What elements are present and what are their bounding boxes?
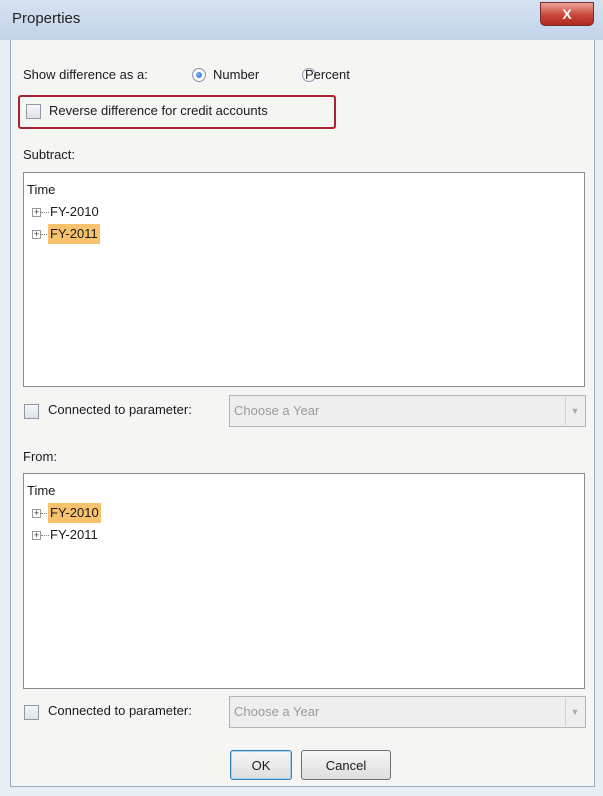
difference-label: Show difference as a: (23, 67, 148, 82)
expand-icon[interactable]: + (32, 230, 41, 239)
reverse-credit-label[interactable]: Reverse difference for credit accounts (49, 103, 268, 118)
subtract-item-fy2011[interactable]: + FY-2011 (32, 224, 232, 244)
dialog-body: Show difference as a: Number Percent Rev… (10, 40, 595, 787)
tree-item-label: FY-2010 (50, 204, 99, 219)
dialog-title: Properties (12, 10, 81, 27)
expand-icon[interactable]: + (32, 208, 41, 217)
ok-button-label: OK (251, 757, 271, 773)
from-parameter-value: Choose a Year (234, 704, 320, 719)
from-connected-label[interactable]: Connected to parameter: (48, 703, 192, 718)
from-item-fy2010[interactable]: + FY-2010 (32, 503, 232, 523)
from-tree[interactable]: Time + FY-2010 + FY-2011 (23, 473, 585, 689)
chevron-down-icon[interactable]: ▼ (565, 397, 584, 425)
from-label: From: (23, 449, 57, 464)
number-radio[interactable] (192, 68, 206, 82)
reverse-credit-checkbox[interactable] (26, 104, 41, 119)
tree-item-label-selected: FY-2011 (48, 224, 100, 244)
subtract-connected-label[interactable]: Connected to parameter: (48, 402, 192, 417)
properties-dialog: Properties X Show difference as a: Numbe… (0, 0, 603, 796)
number-radio-label[interactable]: Number (213, 67, 259, 82)
close-icon: X (562, 6, 572, 22)
subtract-connected-checkbox[interactable] (24, 404, 39, 419)
ok-button[interactable]: OK (230, 750, 292, 780)
close-button[interactable]: X (540, 2, 594, 26)
tree-item-label-selected: FY-2010 (48, 503, 101, 523)
tree-item-label: FY-2011 (50, 527, 98, 542)
subtract-tree-root[interactable]: Time (27, 180, 55, 200)
tree-connector (41, 535, 49, 536)
expand-icon[interactable]: + (32, 509, 41, 518)
subtract-item-fy2010[interactable]: + FY-2010 (32, 202, 232, 222)
expand-icon[interactable]: + (32, 531, 41, 540)
tree-root-label: Time (27, 483, 56, 498)
tree-root-label: Time (27, 182, 56, 197)
from-parameter-select[interactable]: Choose a Year ▼ (229, 696, 586, 728)
subtract-tree[interactable]: Time + FY-2010 + FY-2011 (23, 172, 585, 387)
from-tree-root[interactable]: Time (27, 481, 55, 501)
subtract-parameter-value: Choose a Year (234, 403, 320, 418)
chevron-down-icon[interactable]: ▼ (565, 698, 584, 726)
subtract-parameter-select[interactable]: Choose a Year ▼ (229, 395, 586, 427)
percent-radio-label[interactable]: Percent (305, 67, 350, 82)
from-connected-checkbox[interactable] (24, 705, 39, 720)
cancel-button-label: Cancel (325, 757, 367, 773)
cancel-button[interactable]: Cancel (301, 750, 391, 780)
tree-connector (41, 212, 49, 213)
subtract-label: Subtract: (23, 147, 76, 162)
from-item-fy2011[interactable]: + FY-2011 (32, 525, 232, 545)
title-bar[interactable]: Properties X (0, 0, 603, 40)
